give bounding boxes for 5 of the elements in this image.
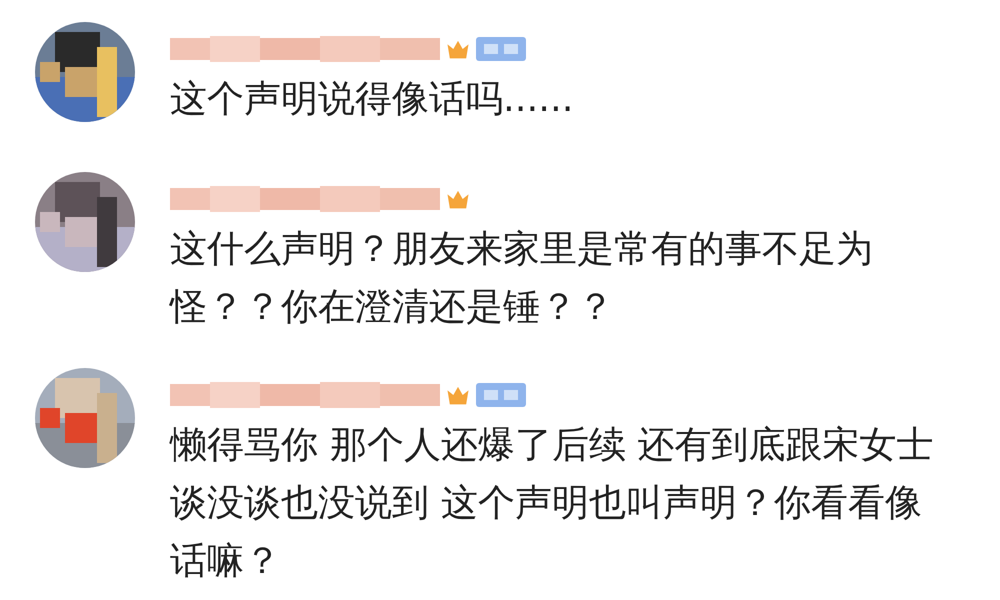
member-badge-icon [476,383,526,407]
comment-text: 这什么声明？朋友来家里是常有的事不足为怪？？你在澄清还是锤？？ [170,226,874,330]
comment-text: 懒得骂你 那个人还爆了后续 还有到底跟宋女士谈没谈也没说到 这个声明也叫声明？你看看像话嘛？ [170,422,935,584]
comment-text: 这个声明说得像话吗...... [170,76,575,122]
member-badge-icon [476,37,526,61]
